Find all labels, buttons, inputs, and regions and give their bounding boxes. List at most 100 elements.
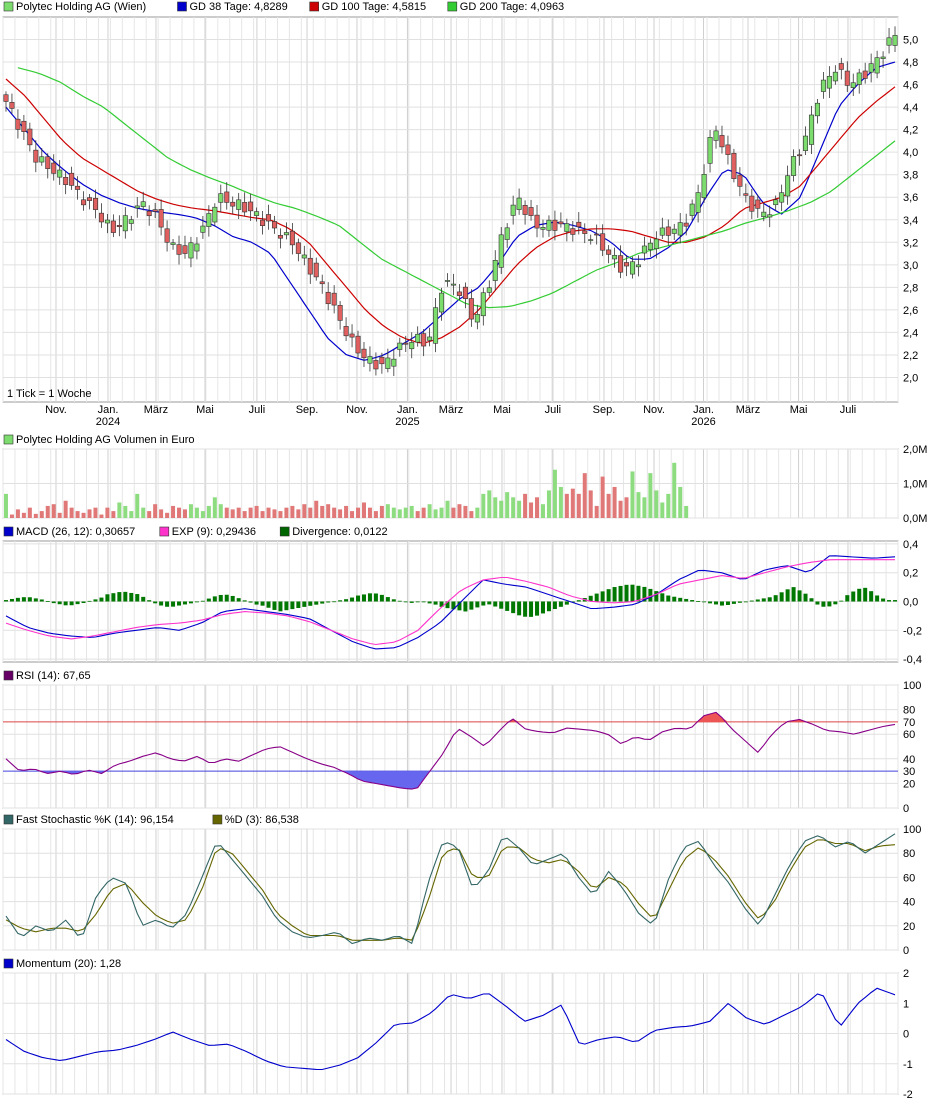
volume-bar xyxy=(564,493,569,518)
legend-label: GD 38 Tage: 4,8289 xyxy=(190,1,288,13)
volume-bar xyxy=(433,509,438,518)
volume-bar xyxy=(529,502,534,518)
candle-body xyxy=(128,219,134,224)
divergence-bar xyxy=(242,600,247,602)
candle-body xyxy=(480,292,486,317)
volume-bar xyxy=(648,473,653,518)
volume-bar xyxy=(618,500,623,518)
volume-bar xyxy=(487,490,492,518)
y-tick-label: 4,6 xyxy=(903,80,918,92)
x-tick-label: März xyxy=(439,404,463,416)
candle-body xyxy=(826,75,832,89)
divergence-bar xyxy=(493,601,498,607)
divergence-bar xyxy=(135,594,140,602)
legend-label: GD 200 Tage: 4,0963 xyxy=(460,1,564,13)
divergence-bar xyxy=(690,600,695,602)
candle-body xyxy=(456,291,462,296)
divergence-bar xyxy=(684,598,689,602)
candle-body xyxy=(27,128,33,146)
volume-bar xyxy=(105,507,110,518)
candle-body xyxy=(797,154,803,157)
divergence-bar xyxy=(427,601,432,604)
candle-body xyxy=(81,199,87,206)
divergence-bar xyxy=(254,601,259,605)
volume-bar xyxy=(409,505,414,518)
divergence-bar xyxy=(194,601,199,603)
y-tick-label: 3,6 xyxy=(903,192,918,204)
legend-label: EXP (9): 0,29436 xyxy=(172,526,256,538)
candle-body xyxy=(170,242,176,245)
candle-body xyxy=(701,174,707,198)
divergence-bar xyxy=(69,601,74,606)
divergence-bar xyxy=(773,595,778,602)
candle-body xyxy=(200,225,206,233)
y-tick-label: 3,8 xyxy=(903,170,918,182)
divergence-bar xyxy=(39,599,44,602)
y-tick-label: 100 xyxy=(903,824,921,836)
y-tick-label: 0,0M xyxy=(903,513,927,525)
divergence-bar xyxy=(552,601,557,610)
volume-bar xyxy=(27,507,32,518)
candle-body xyxy=(594,233,600,236)
divergence-bar xyxy=(9,598,14,602)
candle-body xyxy=(182,245,188,254)
volume-bar xyxy=(385,504,390,518)
candle-body xyxy=(289,230,295,246)
y-tick-label: 0 xyxy=(903,803,909,815)
x-tick-label: Juli xyxy=(840,404,857,416)
divergence-bar xyxy=(296,601,301,608)
divergence-bar xyxy=(845,595,850,602)
divergence-bar xyxy=(15,597,20,602)
candle-body xyxy=(725,144,731,155)
y-tick-label: 60 xyxy=(903,729,915,741)
candle-body xyxy=(361,348,367,359)
candle-body xyxy=(713,130,719,141)
candle-body xyxy=(427,336,433,341)
legend-label: Fast Stochastic %K (14): 96,154 xyxy=(16,814,174,826)
legend-swatch xyxy=(212,814,223,825)
x-tick-label: Nov. xyxy=(643,404,665,416)
candle-body xyxy=(707,137,713,164)
candle-body xyxy=(653,238,659,250)
divergence-bar xyxy=(791,587,796,602)
divergence-bar xyxy=(326,601,331,603)
candle-body xyxy=(373,360,379,370)
volume-bar xyxy=(391,507,396,518)
legend-label: Polytec Holding AG (Wien) xyxy=(16,1,146,13)
divergence-bar xyxy=(218,594,223,602)
divergence-bar xyxy=(863,587,868,602)
divergence-bar xyxy=(236,598,241,602)
y-tick-label: 100 xyxy=(903,680,921,692)
candle-body xyxy=(868,63,874,73)
candle-body xyxy=(140,201,146,207)
candle-body xyxy=(492,260,498,281)
volume-bar xyxy=(302,504,307,518)
candle-body xyxy=(301,254,307,259)
volume-bar xyxy=(612,486,617,518)
legend-label: %D (3): 86,538 xyxy=(225,814,299,826)
volume-bar xyxy=(684,505,689,518)
divergence-bar xyxy=(123,591,128,602)
candle-body xyxy=(862,70,868,79)
candle-body xyxy=(856,72,862,85)
divergence-bar xyxy=(839,600,844,602)
candle-body xyxy=(832,71,838,82)
volume-bar xyxy=(356,507,361,518)
candle-body xyxy=(164,228,170,243)
divergence-bar xyxy=(129,592,134,602)
divergence-bar xyxy=(206,598,211,602)
volume-bar xyxy=(218,504,223,518)
x-tick-label: Juli xyxy=(249,404,266,416)
x-tick-year: 2025 xyxy=(395,416,419,428)
y-tick-label: -2 xyxy=(903,1089,913,1101)
candle-body xyxy=(307,257,313,275)
volume-bar xyxy=(117,502,122,518)
y-tick-label: 1 xyxy=(903,998,909,1010)
divergence-bar xyxy=(75,601,80,605)
volume-bar xyxy=(135,493,140,518)
divergence-bar xyxy=(851,591,856,602)
volume-bar xyxy=(493,497,498,518)
candle-body xyxy=(552,219,558,231)
divergence-bar xyxy=(654,591,659,602)
x-tick-label: März xyxy=(144,404,168,416)
